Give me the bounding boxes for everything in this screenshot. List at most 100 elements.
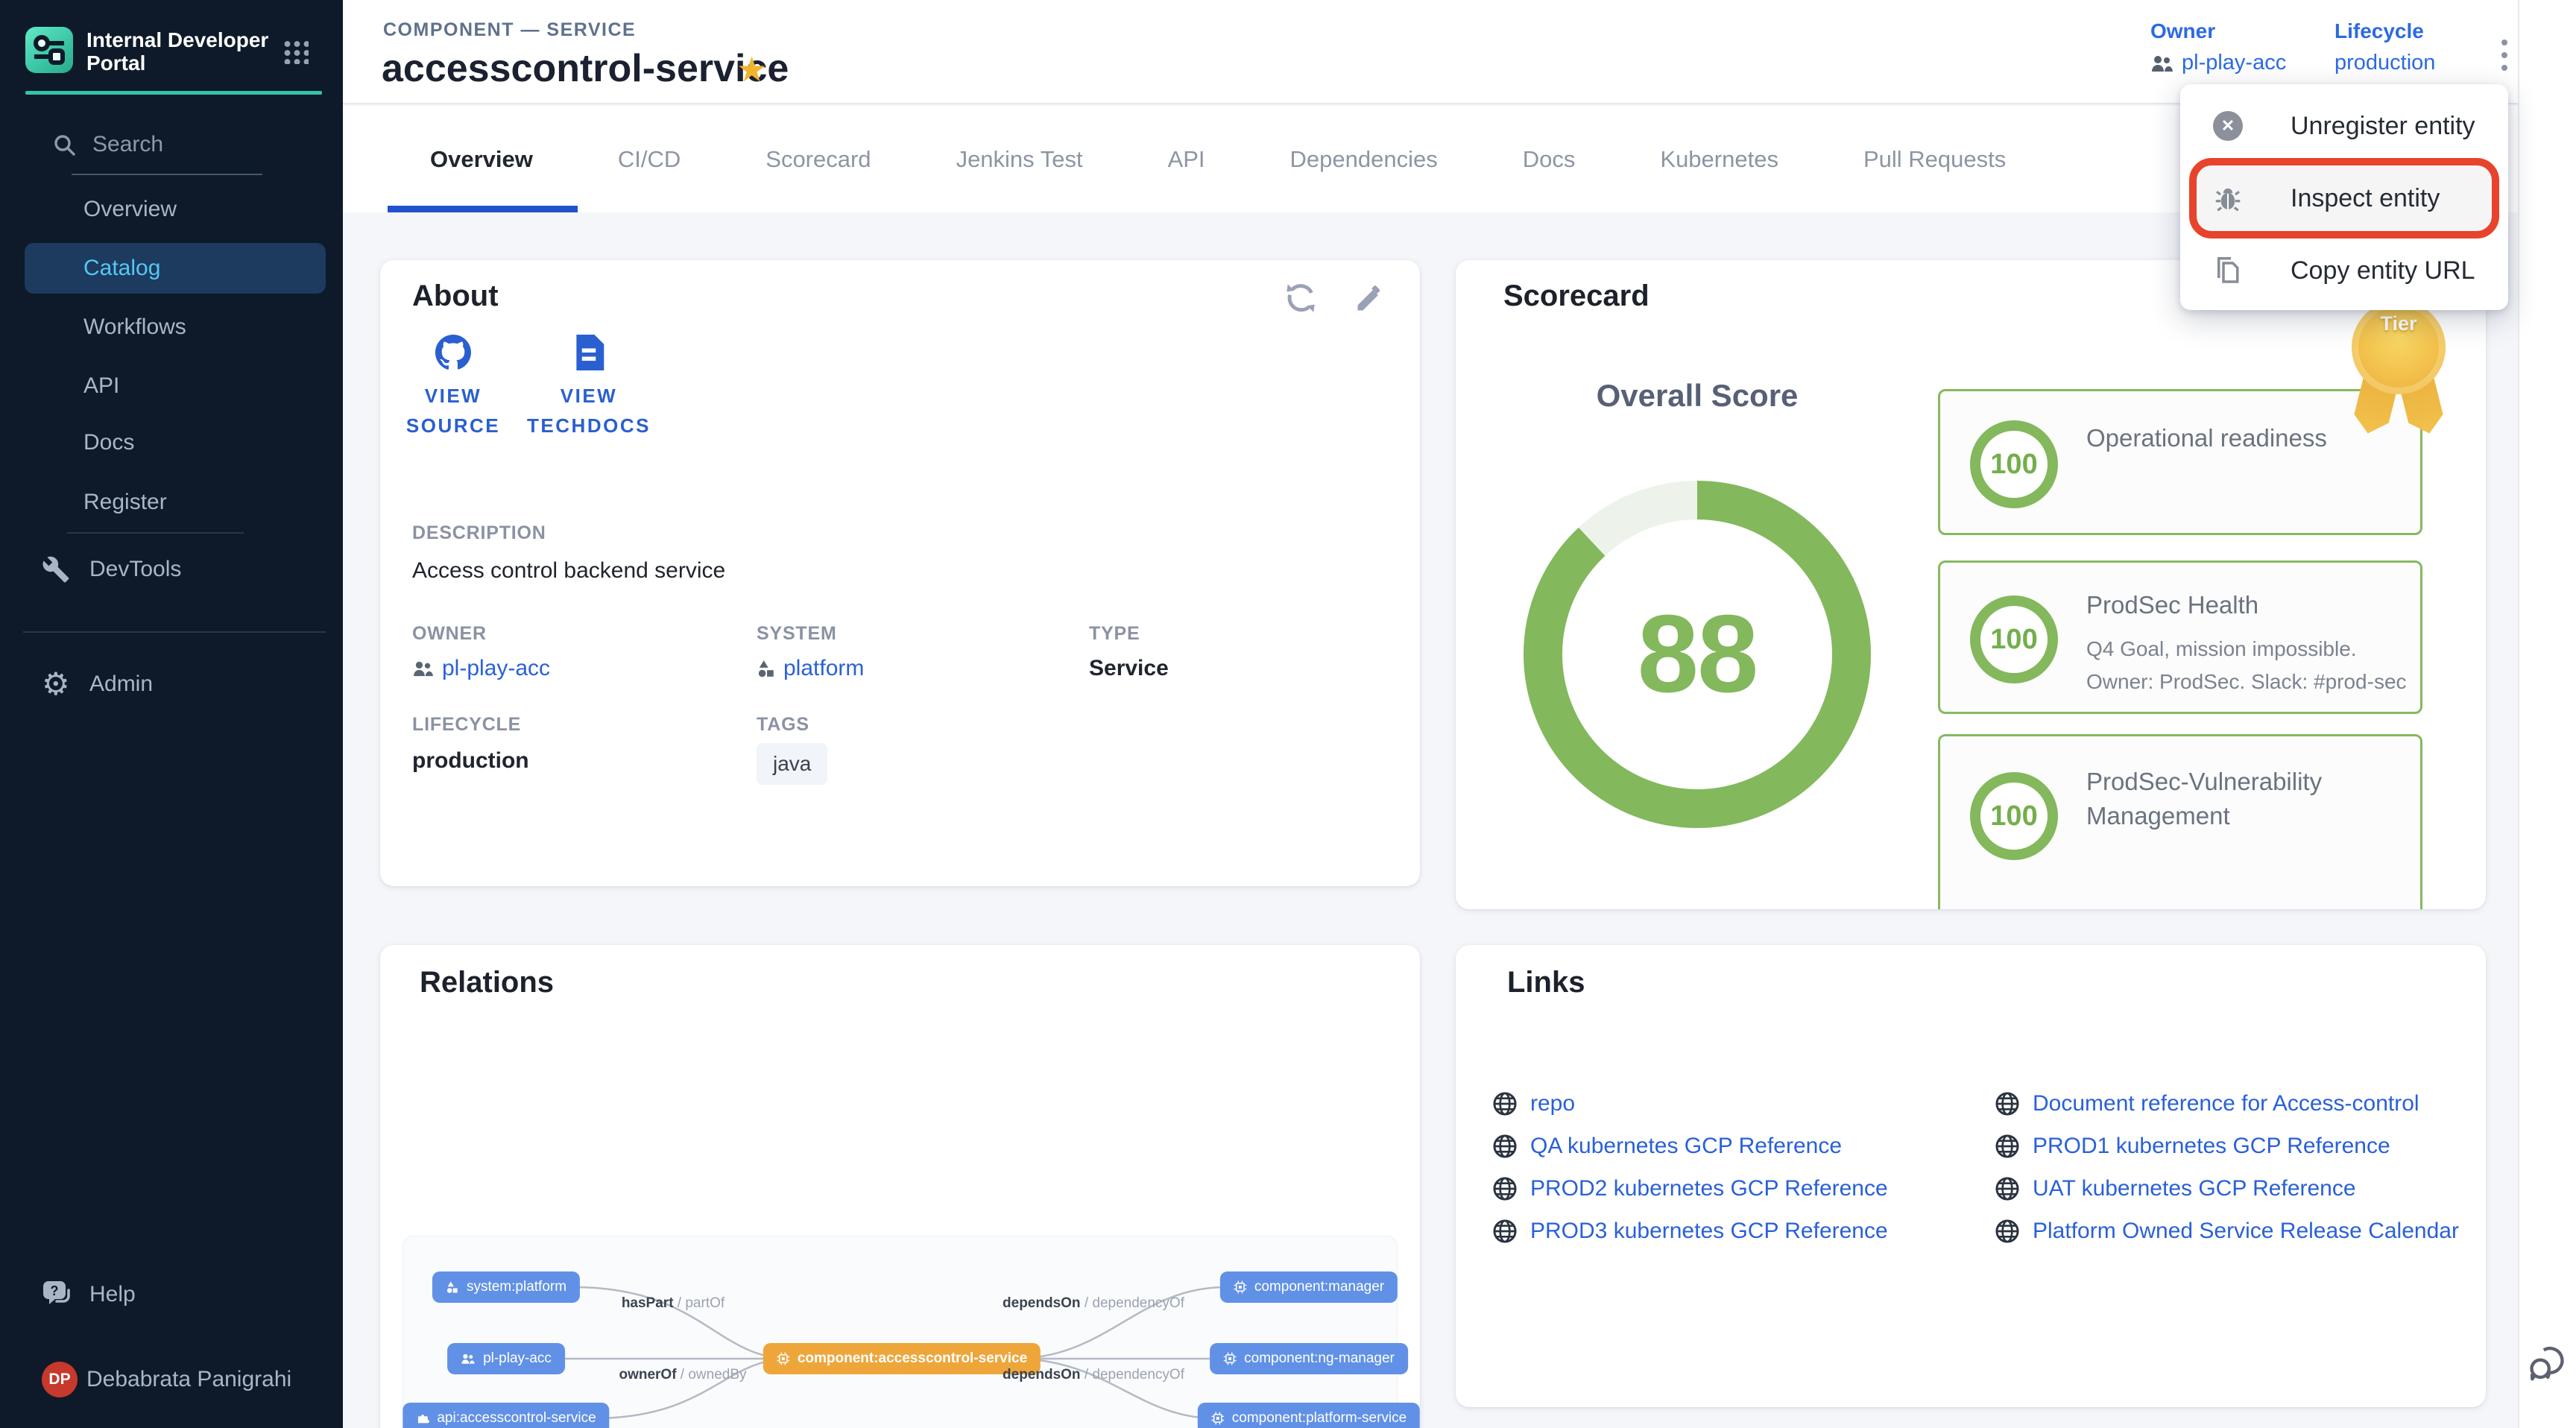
- tab-scorecard[interactable]: Scorecard: [723, 146, 913, 173]
- chat-bubbles-icon[interactable]: [2525, 1339, 2572, 1388]
- globe-icon: [1491, 1133, 1518, 1160]
- owner-link[interactable]: pl-play-acc: [2182, 51, 2286, 75]
- app-title: Internal Developer Portal: [86, 28, 268, 75]
- tab-jenkins-test[interactable]: Jenkins Test: [914, 146, 1126, 173]
- sidebar-item-admin[interactable]: ⚙ Admin: [0, 660, 343, 709]
- sidebar-item-catalog[interactable]: Catalog: [0, 244, 343, 293]
- group-icon: [2150, 54, 2174, 73]
- view-source-link[interactable]: VIEWSOURCE: [390, 335, 517, 440]
- score-row-operational-readiness[interactable]: 100 Operational readiness: [1938, 389, 2422, 535]
- links-card: Links repo QA kubernetes GCP Reference: [1456, 945, 2486, 1407]
- globe-icon: [1994, 1175, 2021, 1202]
- node-component-manager[interactable]: component:manager: [1220, 1271, 1398, 1303]
- copy-icon: [2213, 256, 2258, 285]
- apps-grid-icon[interactable]: [282, 39, 309, 64]
- link-release-calendar[interactable]: Platform Owned Service Release Calendar: [1994, 1219, 2459, 1244]
- more-options-kebab-icon[interactable]: [2490, 33, 2519, 78]
- menu-item-unregister-entity[interactable]: ✕ Unregister entity: [2180, 90, 2508, 162]
- tier-ribbon-badge: Tier: [2352, 300, 2446, 429]
- edge-label-haspart: hasPart / partOf: [622, 1295, 724, 1312]
- search-icon: [52, 133, 78, 158]
- entity-context-menu: ✕ Unregister entity Inspect entity: [2180, 84, 2508, 310]
- score-row-prodsec-health[interactable]: 100 ProdSec Health Q4 Goal, mission impo…: [1938, 560, 2422, 714]
- link-uat-k8s[interactable]: UAT kubernetes GCP Reference: [1994, 1176, 2459, 1201]
- tab-overview[interactable]: Overview: [388, 146, 575, 173]
- tab-api[interactable]: API: [1126, 146, 1248, 173]
- node-pl-play-acc[interactable]: pl-play-acc: [447, 1343, 565, 1374]
- description-label: DESCRIPTION: [412, 522, 546, 544]
- refresh-icon[interactable]: [1284, 281, 1318, 315]
- sidebar-item-label: Help: [89, 1282, 136, 1307]
- score-ring: 100: [1970, 772, 2058, 860]
- sidebar-item-devtools[interactable]: DevTools: [0, 545, 343, 594]
- score-row-prodsec-vulnerability[interactable]: 100 ProdSec-Vulnerability Management: [1938, 734, 2422, 909]
- link-prod2-k8s[interactable]: PROD2 kubernetes GCP Reference: [1491, 1176, 1888, 1201]
- node-api-accesscontrol-service[interactable]: api:accesscontrol-service: [402, 1403, 609, 1428]
- edit-pencil-icon[interactable]: [1353, 281, 1387, 315]
- sidebar-divider: [67, 532, 244, 534]
- relations-card: Relations system:platform: [380, 945, 1420, 1428]
- sidebar-search[interactable]: Search: [0, 128, 343, 162]
- sidebar-item-help[interactable]: ? Help: [0, 1270, 343, 1319]
- score-row-subtitle: Q4 Goal, mission impossible. Owner: Prod…: [2086, 633, 2407, 698]
- sidebar-item-overview[interactable]: Overview: [0, 185, 343, 234]
- link-repo[interactable]: repo: [1491, 1091, 1888, 1116]
- tab-cicd[interactable]: CI/CD: [575, 146, 723, 173]
- node-component-ng-manager[interactable]: component:ng-manager: [1210, 1343, 1408, 1374]
- score-row-title: ProdSec-Vulnerability Management: [2086, 765, 2407, 833]
- relations-title: Relations: [420, 966, 554, 999]
- links-title: Links: [1507, 966, 1585, 999]
- tab-pull-requests[interactable]: Pull Requests: [1821, 146, 2048, 173]
- view-techdocs-link[interactable]: VIEWTECHDOCS: [525, 335, 652, 440]
- tag-chip[interactable]: java: [757, 743, 827, 785]
- node-component-platform-service[interactable]: component:platform-service: [1198, 1403, 1420, 1428]
- globe-icon: [1491, 1090, 1518, 1117]
- sidebar-item-docs[interactable]: Docs: [0, 418, 343, 467]
- sidebar-item-workflows[interactable]: Workflows: [0, 303, 343, 352]
- github-icon: [435, 335, 471, 370]
- portal-logo-icon: [25, 27, 73, 73]
- sidebar-item-label: DevTools: [89, 557, 181, 582]
- sidebar-user[interactable]: DP Debabrata Panigrahi: [0, 1355, 343, 1404]
- relation-edges: [403, 1236, 1398, 1428]
- tab-kubernetes[interactable]: Kubernetes: [1617, 146, 1821, 173]
- type-field-label: TYPE: [1089, 623, 1140, 645]
- chip-icon: [1223, 1352, 1237, 1365]
- score-ring: 100: [1970, 595, 2058, 683]
- system-field-link[interactable]: platform: [757, 656, 864, 681]
- node-component-accesscontrol-service[interactable]: component:accesscontrol-service: [763, 1343, 1041, 1374]
- tier-badge-label: Tier: [2352, 312, 2446, 335]
- scrollbar-gutter[interactable]: [2518, 0, 2576, 1428]
- page-title: accesscontrol-service: [382, 46, 789, 91]
- menu-item-inspect-entity[interactable]: Inspect entity: [2180, 162, 2508, 234]
- relations-graph[interactable]: system:platform pl-play-acc api:accessco…: [402, 1236, 1398, 1428]
- tab-dependencies[interactable]: Dependencies: [1248, 146, 1480, 173]
- circle-x-icon: ✕: [2213, 111, 2258, 141]
- links-column-2: Document reference for Access-control PR…: [1994, 1091, 2459, 1244]
- globe-icon: [1994, 1090, 2021, 1117]
- system-icon: [446, 1280, 459, 1294]
- sidebar-item-label: Admin: [89, 672, 153, 697]
- edge-label-dependson-2: dependsOn / dependencyOf: [1003, 1367, 1184, 1383]
- link-doc-reference[interactable]: Document reference for Access-control: [1994, 1091, 2459, 1116]
- description-value: Access control backend service: [412, 558, 725, 584]
- sidebar-item-register[interactable]: Register: [0, 478, 343, 527]
- lifecycle-block: Lifecycle production: [2334, 19, 2435, 75]
- link-qa-k8s[interactable]: QA kubernetes GCP Reference: [1491, 1134, 1888, 1159]
- sidebar-item-api[interactable]: API: [0, 361, 343, 411]
- node-system-platform[interactable]: system:platform: [432, 1271, 580, 1303]
- globe-icon: [1491, 1175, 1518, 1202]
- tab-docs[interactable]: Docs: [1480, 146, 1618, 173]
- overall-score-value: 88: [1522, 479, 1872, 830]
- owner-field-link[interactable]: pl-play-acc: [412, 656, 550, 681]
- app-root: Internal Developer Portal Search Overvie…: [0, 0, 2576, 1428]
- menu-item-copy-entity-url[interactable]: Copy entity URL: [2180, 235, 2508, 306]
- search-input[interactable]: Search: [92, 132, 163, 157]
- gear-icon: ⚙: [42, 669, 86, 700]
- user-name: Debabrata Panigrahi: [86, 1367, 291, 1392]
- favorite-star-icon[interactable]: ★: [736, 49, 767, 89]
- link-prod1-k8s[interactable]: PROD1 kubernetes GCP Reference: [1994, 1134, 2459, 1159]
- owner-field-label: OWNER: [412, 623, 487, 645]
- type-field-value: Service: [1089, 656, 1169, 681]
- link-prod3-k8s[interactable]: PROD3 kubernetes GCP Reference: [1491, 1219, 1888, 1244]
